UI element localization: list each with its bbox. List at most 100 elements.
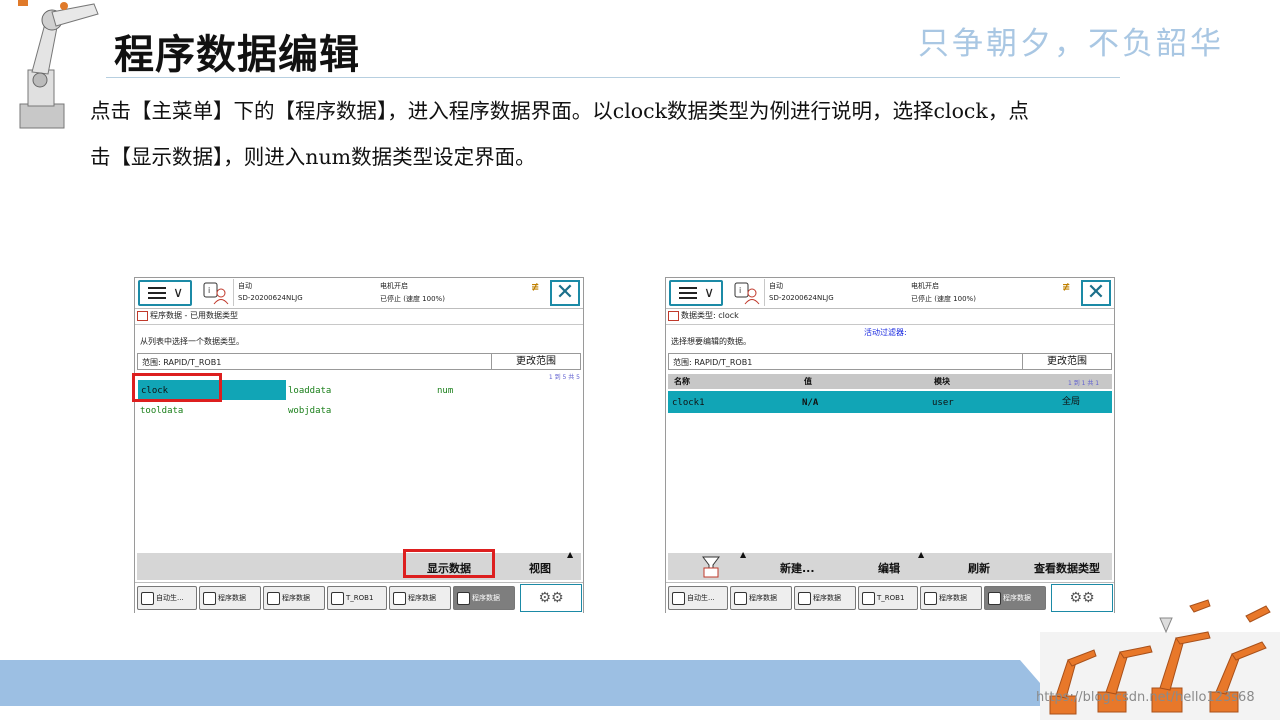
task-label: 自动生... [687, 594, 715, 602]
table-header: 名称 值 模块 1 到 1 共 1 [668, 374, 1112, 389]
task-icon [988, 592, 1001, 605]
breadcrumb: 程序数据 - 已用数据类型 [137, 310, 238, 321]
column-header-module[interactable]: 模块 [934, 376, 950, 387]
page-title: 程序数据编辑 [114, 31, 360, 78]
active-filter-label: 活动过滤器: [864, 328, 907, 337]
task-label: 程序数据 [408, 594, 436, 602]
type-item[interactable]: tooldata [140, 406, 183, 416]
scope-label: 范围: RAPID/T_ROB1 [142, 358, 222, 367]
status-header: ∨ i 自动 SD-20200624NLJG 电机开启 已停止 (速度 100%… [135, 278, 583, 309]
change-scope-button[interactable]: 更改范围 [1022, 353, 1112, 370]
task-tab[interactable]: 程序数据 [794, 586, 856, 610]
main-menu-button[interactable]: ∨ [138, 280, 192, 306]
task-label: 程序数据 [1003, 594, 1031, 602]
new-button[interactable]: 新建... [780, 560, 815, 576]
quickset-gear-icon[interactable]: ⚙⚙ [520, 584, 582, 612]
status-state: 已停止 (速度 100%) [911, 295, 976, 303]
task-tab[interactable]: 自动生... [137, 586, 197, 610]
pendant-screen-data-types: ∨ i 自动 SD-20200624NLJG 电机开启 已停止 (速度 100%… [132, 277, 584, 614]
task-tab[interactable]: 程序数据 [263, 586, 325, 610]
breadcrumb-text: 程序数据 - 已用数据类型 [150, 311, 238, 320]
footer-band [0, 660, 1060, 706]
edit-button[interactable]: 编辑 [878, 560, 900, 576]
prompt-text: 从列表中选择一个数据类型。 [140, 337, 244, 346]
page-count: 1 到 1 共 1 [1068, 380, 1100, 387]
task-icon [393, 592, 406, 605]
task-icon [141, 592, 154, 605]
status-controller: SD-20200624NLJG [769, 294, 834, 302]
cell-name: clock1 [672, 398, 705, 408]
view-button[interactable]: 视图 [529, 560, 551, 576]
slogan: 只争朝夕，不负韶华 [918, 26, 1224, 62]
status-box: 自动 SD-20200624NLJG 电机开启 已停止 (速度 100%) [764, 279, 1095, 306]
type-item[interactable]: num [437, 386, 453, 396]
caret-up-icon: ▲ [918, 550, 925, 559]
caret-up-icon: ▲ [567, 550, 574, 559]
task-icon [798, 592, 811, 605]
operator-icon: i [734, 282, 760, 305]
task-tab[interactable]: 程序数据 [920, 586, 982, 610]
pendant-screen-data-instances: ∨ i 自动 SD-20200624NLJG 电机开启 已停止 (速度 100%… [665, 277, 1115, 614]
task-icon [734, 592, 747, 605]
scope-row: 范围: RAPID/T_ROB1 更改范围 [137, 353, 581, 370]
task-tab-active[interactable]: 程序数据 [984, 586, 1046, 610]
status-motor: 电机开启 [380, 282, 408, 290]
task-tab[interactable]: 程序数据 [389, 586, 451, 610]
status-header: ∨ i 自动 SD-20200624NLJG 电机开启 已停止 (速度 100%… [666, 278, 1114, 309]
program-data-icon [137, 310, 148, 321]
type-item[interactable]: loaddata [288, 386, 331, 396]
chevron-down-icon: ∨ [173, 285, 184, 301]
type-item[interactable]: wobjdata [288, 406, 331, 416]
main-menu-button[interactable]: ∨ [669, 280, 723, 306]
divider [135, 324, 583, 325]
task-label: 自动生... [156, 594, 184, 602]
highlight-box-show-data [403, 549, 495, 578]
cell-module: user [932, 398, 954, 408]
command-bar: ▲ 新建... 编辑 ▲ 刷新 查看数据类型 [668, 550, 1112, 580]
column-header-name[interactable]: 名称 [674, 376, 690, 387]
task-label: 程序数据 [813, 594, 841, 602]
status-controller: SD-20200624NLJG [238, 294, 303, 302]
chevron-down-icon: ∨ [704, 285, 715, 301]
task-label: 程序数据 [472, 594, 500, 602]
program-data-icon [668, 310, 679, 321]
task-tab[interactable]: T_ROB1 [858, 586, 918, 610]
description-line-2: 击【显示数据】，则进入num数据类型设定界面。 [90, 145, 536, 169]
status-state: 已停止 (速度 100%) [380, 295, 445, 303]
task-label: 程序数据 [282, 594, 310, 602]
filter-icon[interactable] [702, 556, 720, 578]
highlight-box-clock [132, 373, 222, 402]
status-motor: 电机开启 [911, 282, 939, 290]
taskbar: 自动生... 程序数据 程序数据 T_ROB1 程序数据 程序数据 ⚙⚙ [135, 582, 583, 614]
close-button[interactable]: ✕ [1081, 280, 1111, 306]
task-icon [862, 592, 875, 605]
task-icon [672, 592, 685, 605]
hamburger-icon [148, 287, 166, 289]
title-divider [106, 77, 1120, 78]
page-count: 1 到 5 共 5 [548, 374, 580, 381]
task-icon [924, 592, 937, 605]
column-header-value[interactable]: 值 [804, 376, 812, 387]
status-box: 自动 SD-20200624NLJG 电机开启 已停止 (速度 100%) [233, 279, 564, 306]
watermark: https://blog.csdn.net/hello123s68 [1036, 690, 1255, 705]
refresh-button[interactable]: 刷新 [968, 560, 990, 576]
task-icon [457, 592, 470, 605]
scope-label: 范围: RAPID/T_ROB1 [673, 358, 753, 367]
close-button[interactable]: ✕ [550, 280, 580, 306]
command-bar: 显示数据 视图 ▲ [137, 550, 581, 580]
caret-up-icon: ▲ [740, 550, 747, 559]
prompt-text: 选择想要编辑的数据。 [671, 337, 751, 346]
cell-value: N/A [802, 398, 819, 408]
change-scope-button[interactable]: 更改范围 [491, 353, 581, 370]
task-tab[interactable]: T_ROB1 [327, 586, 387, 610]
task-tab[interactable]: 程序数据 [199, 586, 261, 610]
hamburger-icon [679, 287, 697, 289]
breadcrumb: 数据类型: clock [668, 310, 739, 321]
description: 点击【主菜单】下的【程序数据】，进入程序数据界面。以clock数据类型为例进行说… [90, 88, 1220, 180]
task-tab[interactable]: 程序数据 [730, 586, 792, 610]
task-tab[interactable]: 自动生... [668, 586, 728, 610]
view-data-type-button[interactable]: 查看数据类型 [1034, 560, 1100, 576]
table-row[interactable]: clock1 N/A user 全局 [668, 391, 1112, 413]
divider [666, 324, 1114, 325]
task-tab-active[interactable]: 程序数据 [453, 586, 515, 610]
